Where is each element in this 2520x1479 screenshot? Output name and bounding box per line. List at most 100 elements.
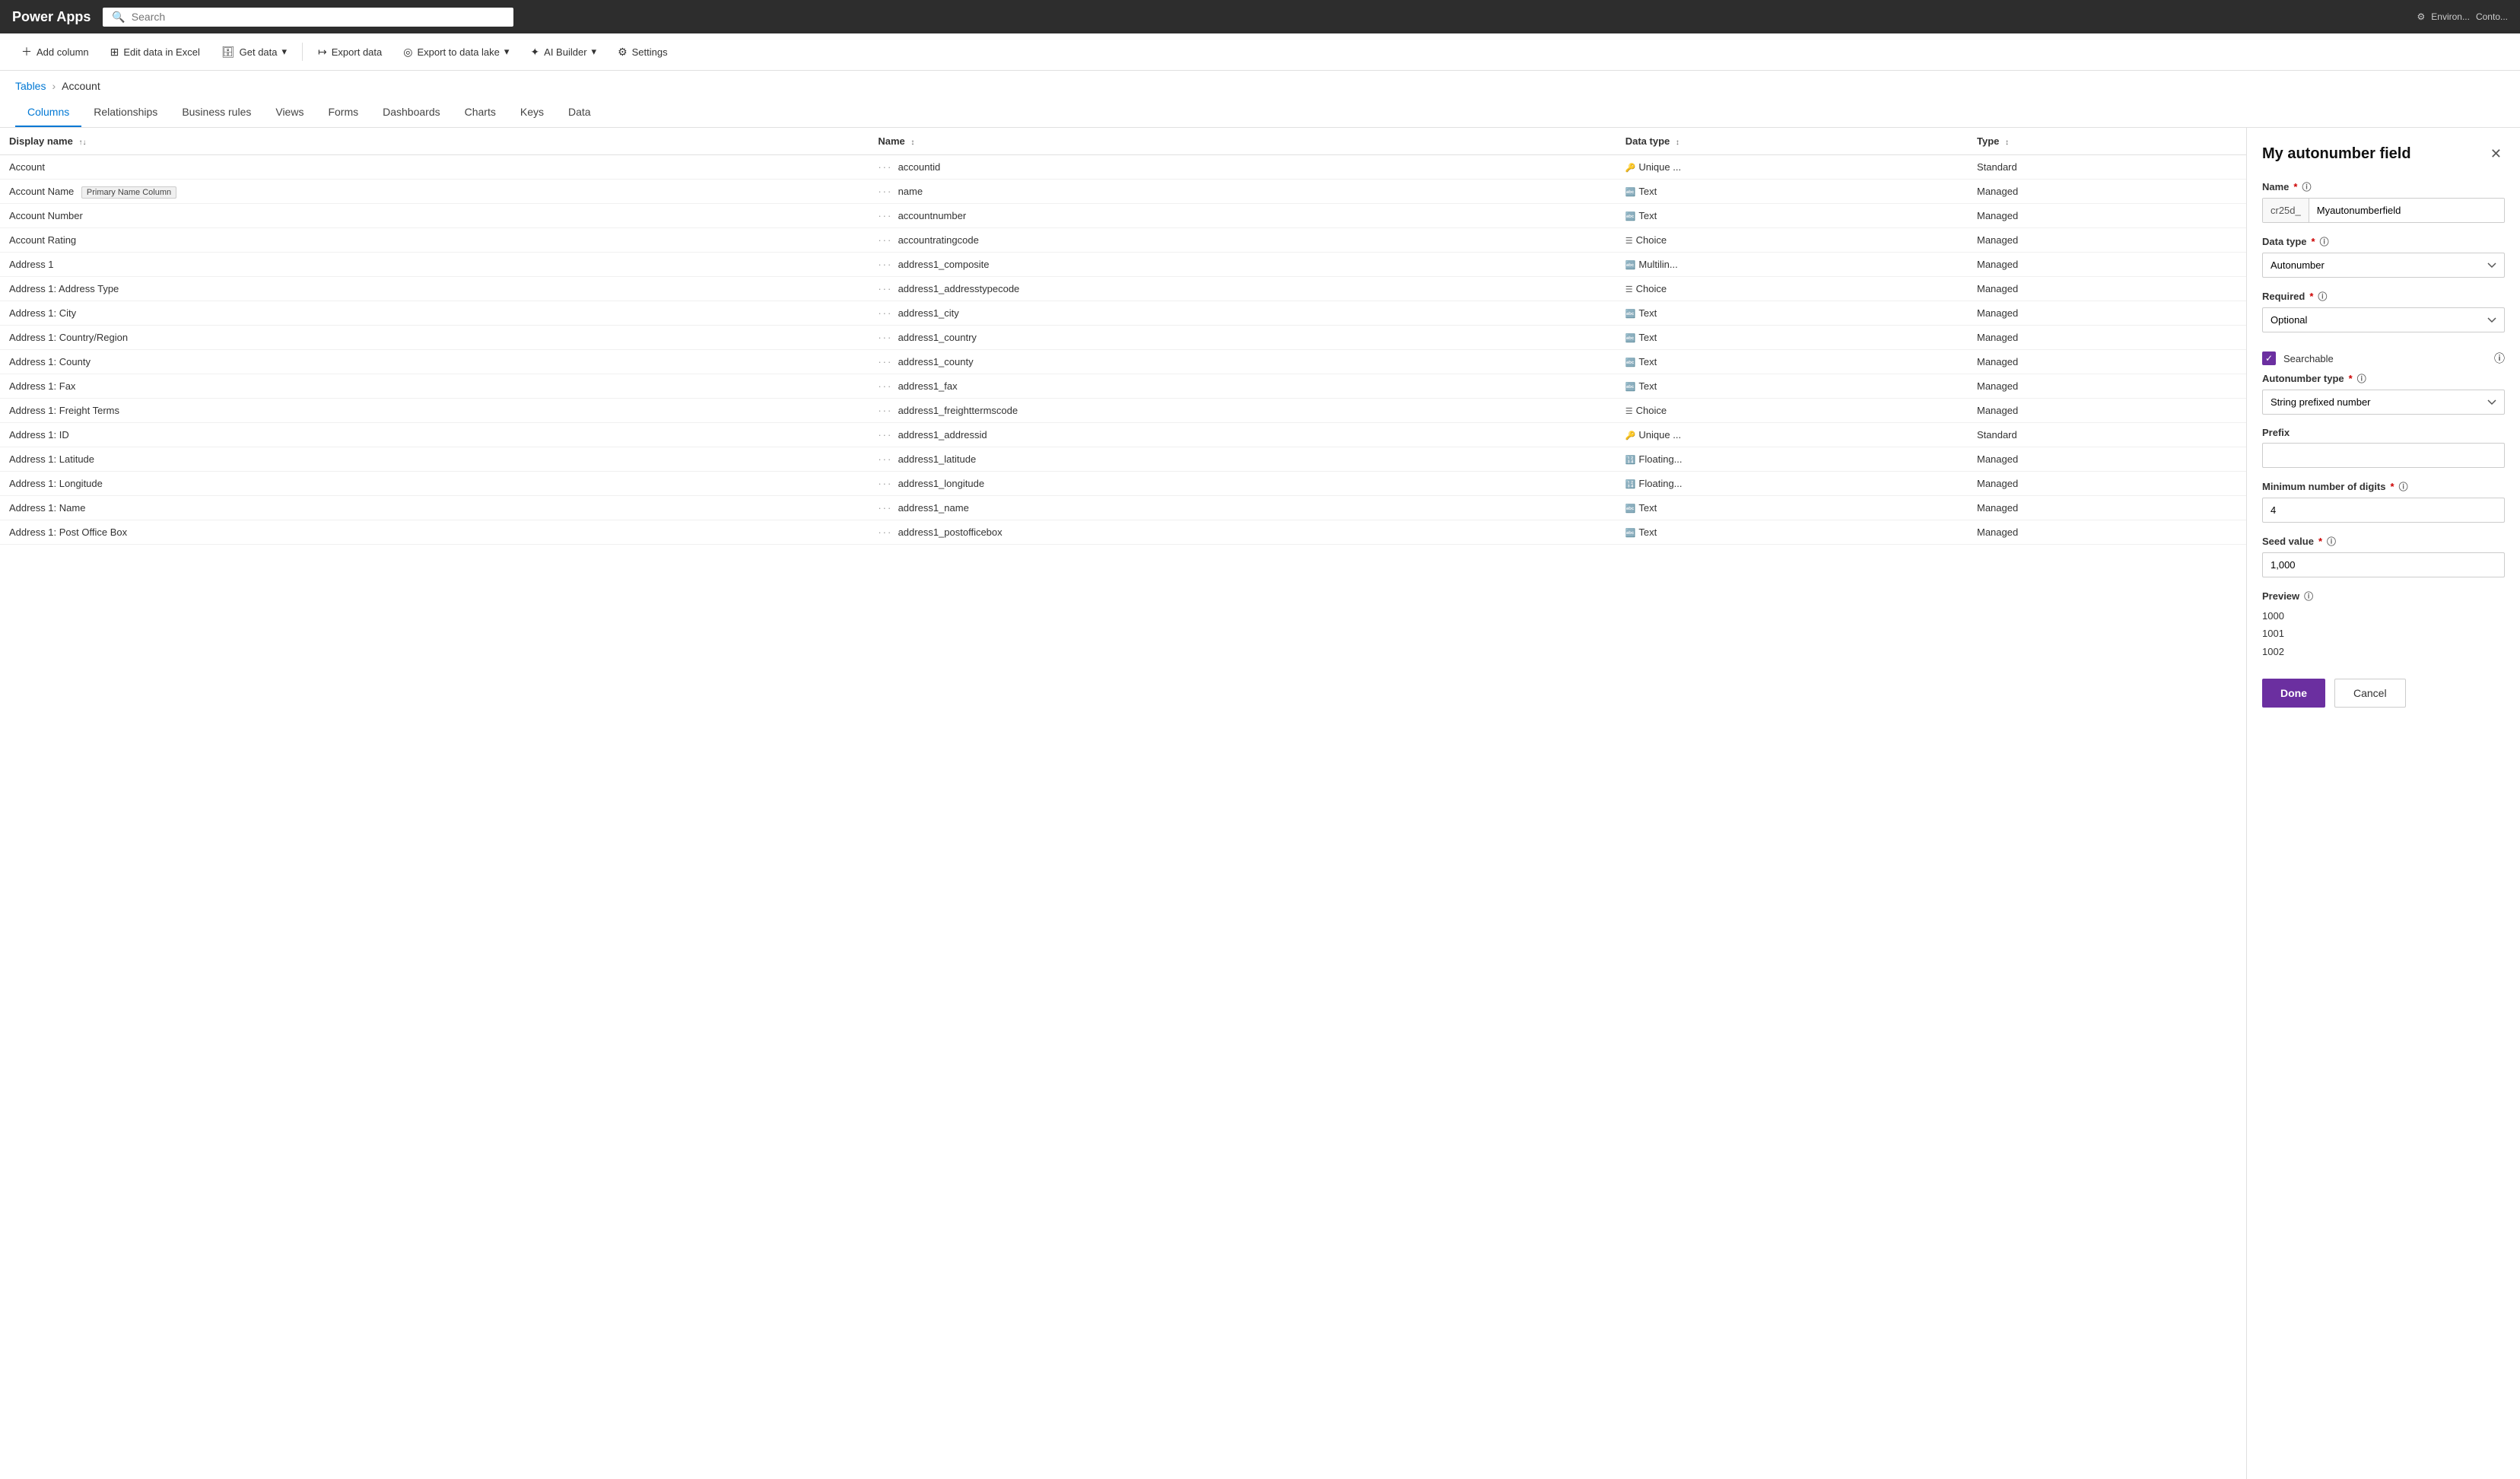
- min-digits-input[interactable]: [2262, 498, 2505, 523]
- cell-name: ··· address1_postofficebox: [869, 520, 1616, 545]
- data-type-select[interactable]: Autonumber Text Number Date: [2262, 253, 2505, 278]
- name-field-group: Name * ⓘ cr25d_: [2262, 180, 2505, 223]
- cell-type: Managed: [1968, 496, 2246, 520]
- data-type-icon: 🔤: [1625, 334, 1636, 343]
- data-type-icon: 🔢: [1625, 480, 1636, 489]
- edit-data-button[interactable]: ⊞ Edit data in Excel: [101, 41, 209, 63]
- chevron-down-icon: ▾: [282, 46, 288, 58]
- database-icon: 🗄: [221, 46, 235, 59]
- table-row: Address 1: ID ··· address1_addressid 🔑Un…: [0, 423, 2246, 447]
- row-menu-dots[interactable]: ···: [878, 453, 892, 465]
- col-header-data-type[interactable]: Data type ↕: [1616, 128, 1968, 155]
- table-row: Address 1: Address Type ··· address1_add…: [0, 277, 2246, 301]
- col-header-type[interactable]: Type ↕: [1968, 128, 2246, 155]
- preview-label: Preview ⓘ: [2262, 590, 2505, 603]
- preview-info-icon[interactable]: ⓘ: [2304, 590, 2313, 603]
- searchable-checkbox[interactable]: ✓: [2262, 351, 2276, 365]
- row-menu-dots[interactable]: ···: [878, 405, 892, 416]
- table-row: Address 1: Post Office Box ··· address1_…: [0, 520, 2246, 545]
- cell-type: Managed: [1968, 180, 2246, 204]
- row-menu-dots[interactable]: ···: [878, 332, 892, 343]
- tab-charts[interactable]: Charts: [453, 98, 508, 127]
- data-type-icon: 🔤: [1625, 261, 1636, 270]
- chevron-down-icon-2: ▾: [504, 46, 510, 58]
- get-data-button[interactable]: 🗄 Get data ▾: [212, 41, 296, 63]
- searchable-row: ✓ Searchable ⓘ: [2262, 345, 2505, 372]
- row-menu-dots[interactable]: ···: [878, 380, 892, 392]
- cancel-button[interactable]: Cancel: [2334, 679, 2406, 708]
- contact-label: Conto...: [2476, 11, 2508, 22]
- settings-button[interactable]: ⚙ Settings: [609, 41, 677, 63]
- data-type-info-icon[interactable]: ⓘ: [2320, 235, 2329, 248]
- tab-business-rules[interactable]: Business rules: [170, 98, 263, 127]
- breadcrumb-separator: ›: [52, 80, 56, 92]
- cell-name: ··· address1_name: [869, 496, 1616, 520]
- tab-columns[interactable]: Columns: [15, 98, 81, 127]
- row-menu-dots[interactable]: ···: [878, 526, 892, 538]
- tab-data[interactable]: Data: [556, 98, 603, 127]
- row-menu-dots[interactable]: ···: [878, 502, 892, 514]
- cell-data-type: 🔤Text: [1616, 180, 1968, 204]
- row-menu-dots[interactable]: ···: [878, 161, 892, 173]
- search-input[interactable]: [132, 11, 505, 23]
- tab-relationships[interactable]: Relationships: [81, 98, 170, 127]
- cell-display-name: Address 1: Freight Terms: [0, 399, 869, 423]
- panel-close-button[interactable]: ✕: [2487, 143, 2505, 165]
- autonumber-type-select[interactable]: String prefixed number Date prefixed num…: [2262, 390, 2505, 415]
- autonumber-type-info-icon[interactable]: ⓘ: [2357, 372, 2366, 385]
- seed-value-input[interactable]: [2262, 552, 2505, 577]
- preview-line-1: 1000: [2262, 607, 2505, 625]
- toolbar: ＋ Add column ⊞ Edit data in Excel 🗄 Get …: [0, 33, 2520, 71]
- done-button[interactable]: Done: [2262, 679, 2325, 708]
- row-menu-dots[interactable]: ···: [878, 259, 892, 270]
- row-menu-dots[interactable]: ···: [878, 356, 892, 367]
- tab-views[interactable]: Views: [263, 98, 316, 127]
- row-menu-dots[interactable]: ···: [878, 210, 892, 221]
- export-data-button[interactable]: ↦ Export data: [309, 41, 391, 63]
- ai-builder-button[interactable]: ✦ AI Builder ▾: [521, 41, 605, 63]
- row-menu-dots[interactable]: ···: [878, 186, 892, 197]
- side-panel: My autonumber field ✕ Name * ⓘ cr25d_ Da…: [2246, 128, 2520, 1479]
- sort-icon-name: ↕: [910, 138, 914, 147]
- name-input-prefix-wrapper: cr25d_: [2262, 198, 2505, 223]
- sort-icon-type: ↕: [2005, 138, 2009, 147]
- min-digits-info-icon[interactable]: ⓘ: [2399, 480, 2408, 493]
- row-menu-dots[interactable]: ···: [878, 429, 892, 441]
- search-icon: 🔍: [112, 11, 125, 24]
- chevron-down-icon-3: ▾: [592, 46, 597, 58]
- seed-value-info-icon[interactable]: ⓘ: [2327, 535, 2336, 548]
- cell-name: ··· accountratingcode: [869, 228, 1616, 253]
- required-info-icon[interactable]: ⓘ: [2318, 290, 2327, 303]
- env-info: ⚙ Environ... Conto...: [2417, 11, 2509, 22]
- breadcrumb-tables-link[interactable]: Tables: [15, 80, 46, 92]
- col-header-name[interactable]: Name ↕: [869, 128, 1616, 155]
- data-type-field-group: Data type * ⓘ Autonumber Text Number Dat…: [2262, 235, 2505, 278]
- gear-icon: ⚙: [618, 46, 628, 59]
- col-header-display-name[interactable]: Display name ↑↓: [0, 128, 869, 155]
- tab-keys[interactable]: Keys: [508, 98, 556, 127]
- table-row: Address 1: Freight Terms ··· address1_fr…: [0, 399, 2246, 423]
- name-info-icon[interactable]: ⓘ: [2302, 180, 2311, 193]
- lake-icon: ◎: [403, 46, 412, 59]
- table-row: Address 1 ··· address1_composite 🔤Multil…: [0, 253, 2246, 277]
- row-menu-dots[interactable]: ···: [878, 307, 892, 319]
- searchable-info-icon[interactable]: ⓘ: [2494, 351, 2505, 366]
- cell-data-type: 🔤Text: [1616, 520, 1968, 545]
- data-type-icon: 🔑: [1625, 164, 1636, 173]
- tab-dashboards[interactable]: Dashboards: [370, 98, 453, 127]
- name-input[interactable]: [2309, 199, 2504, 222]
- export-lake-button[interactable]: ◎ Export to data lake ▾: [394, 41, 518, 63]
- searchable-left: ✓ Searchable: [2262, 351, 2334, 365]
- table-area: Display name ↑↓ Name ↕ Data type ↕ Type …: [0, 128, 2246, 1479]
- add-column-button[interactable]: ＋ Add column: [12, 40, 98, 64]
- cell-display-name: Account Name Primary Name Column: [0, 180, 869, 204]
- tab-forms[interactable]: Forms: [316, 98, 370, 127]
- prefix-input[interactable]: [2262, 443, 2505, 468]
- ai-icon: ✦: [530, 46, 539, 59]
- search-box[interactable]: 🔍: [103, 8, 513, 27]
- row-menu-dots[interactable]: ···: [878, 478, 892, 489]
- row-menu-dots[interactable]: ···: [878, 234, 892, 246]
- primary-name-badge: Primary Name Column: [81, 186, 176, 199]
- required-select[interactable]: Optional Required: [2262, 307, 2505, 332]
- row-menu-dots[interactable]: ···: [878, 283, 892, 294]
